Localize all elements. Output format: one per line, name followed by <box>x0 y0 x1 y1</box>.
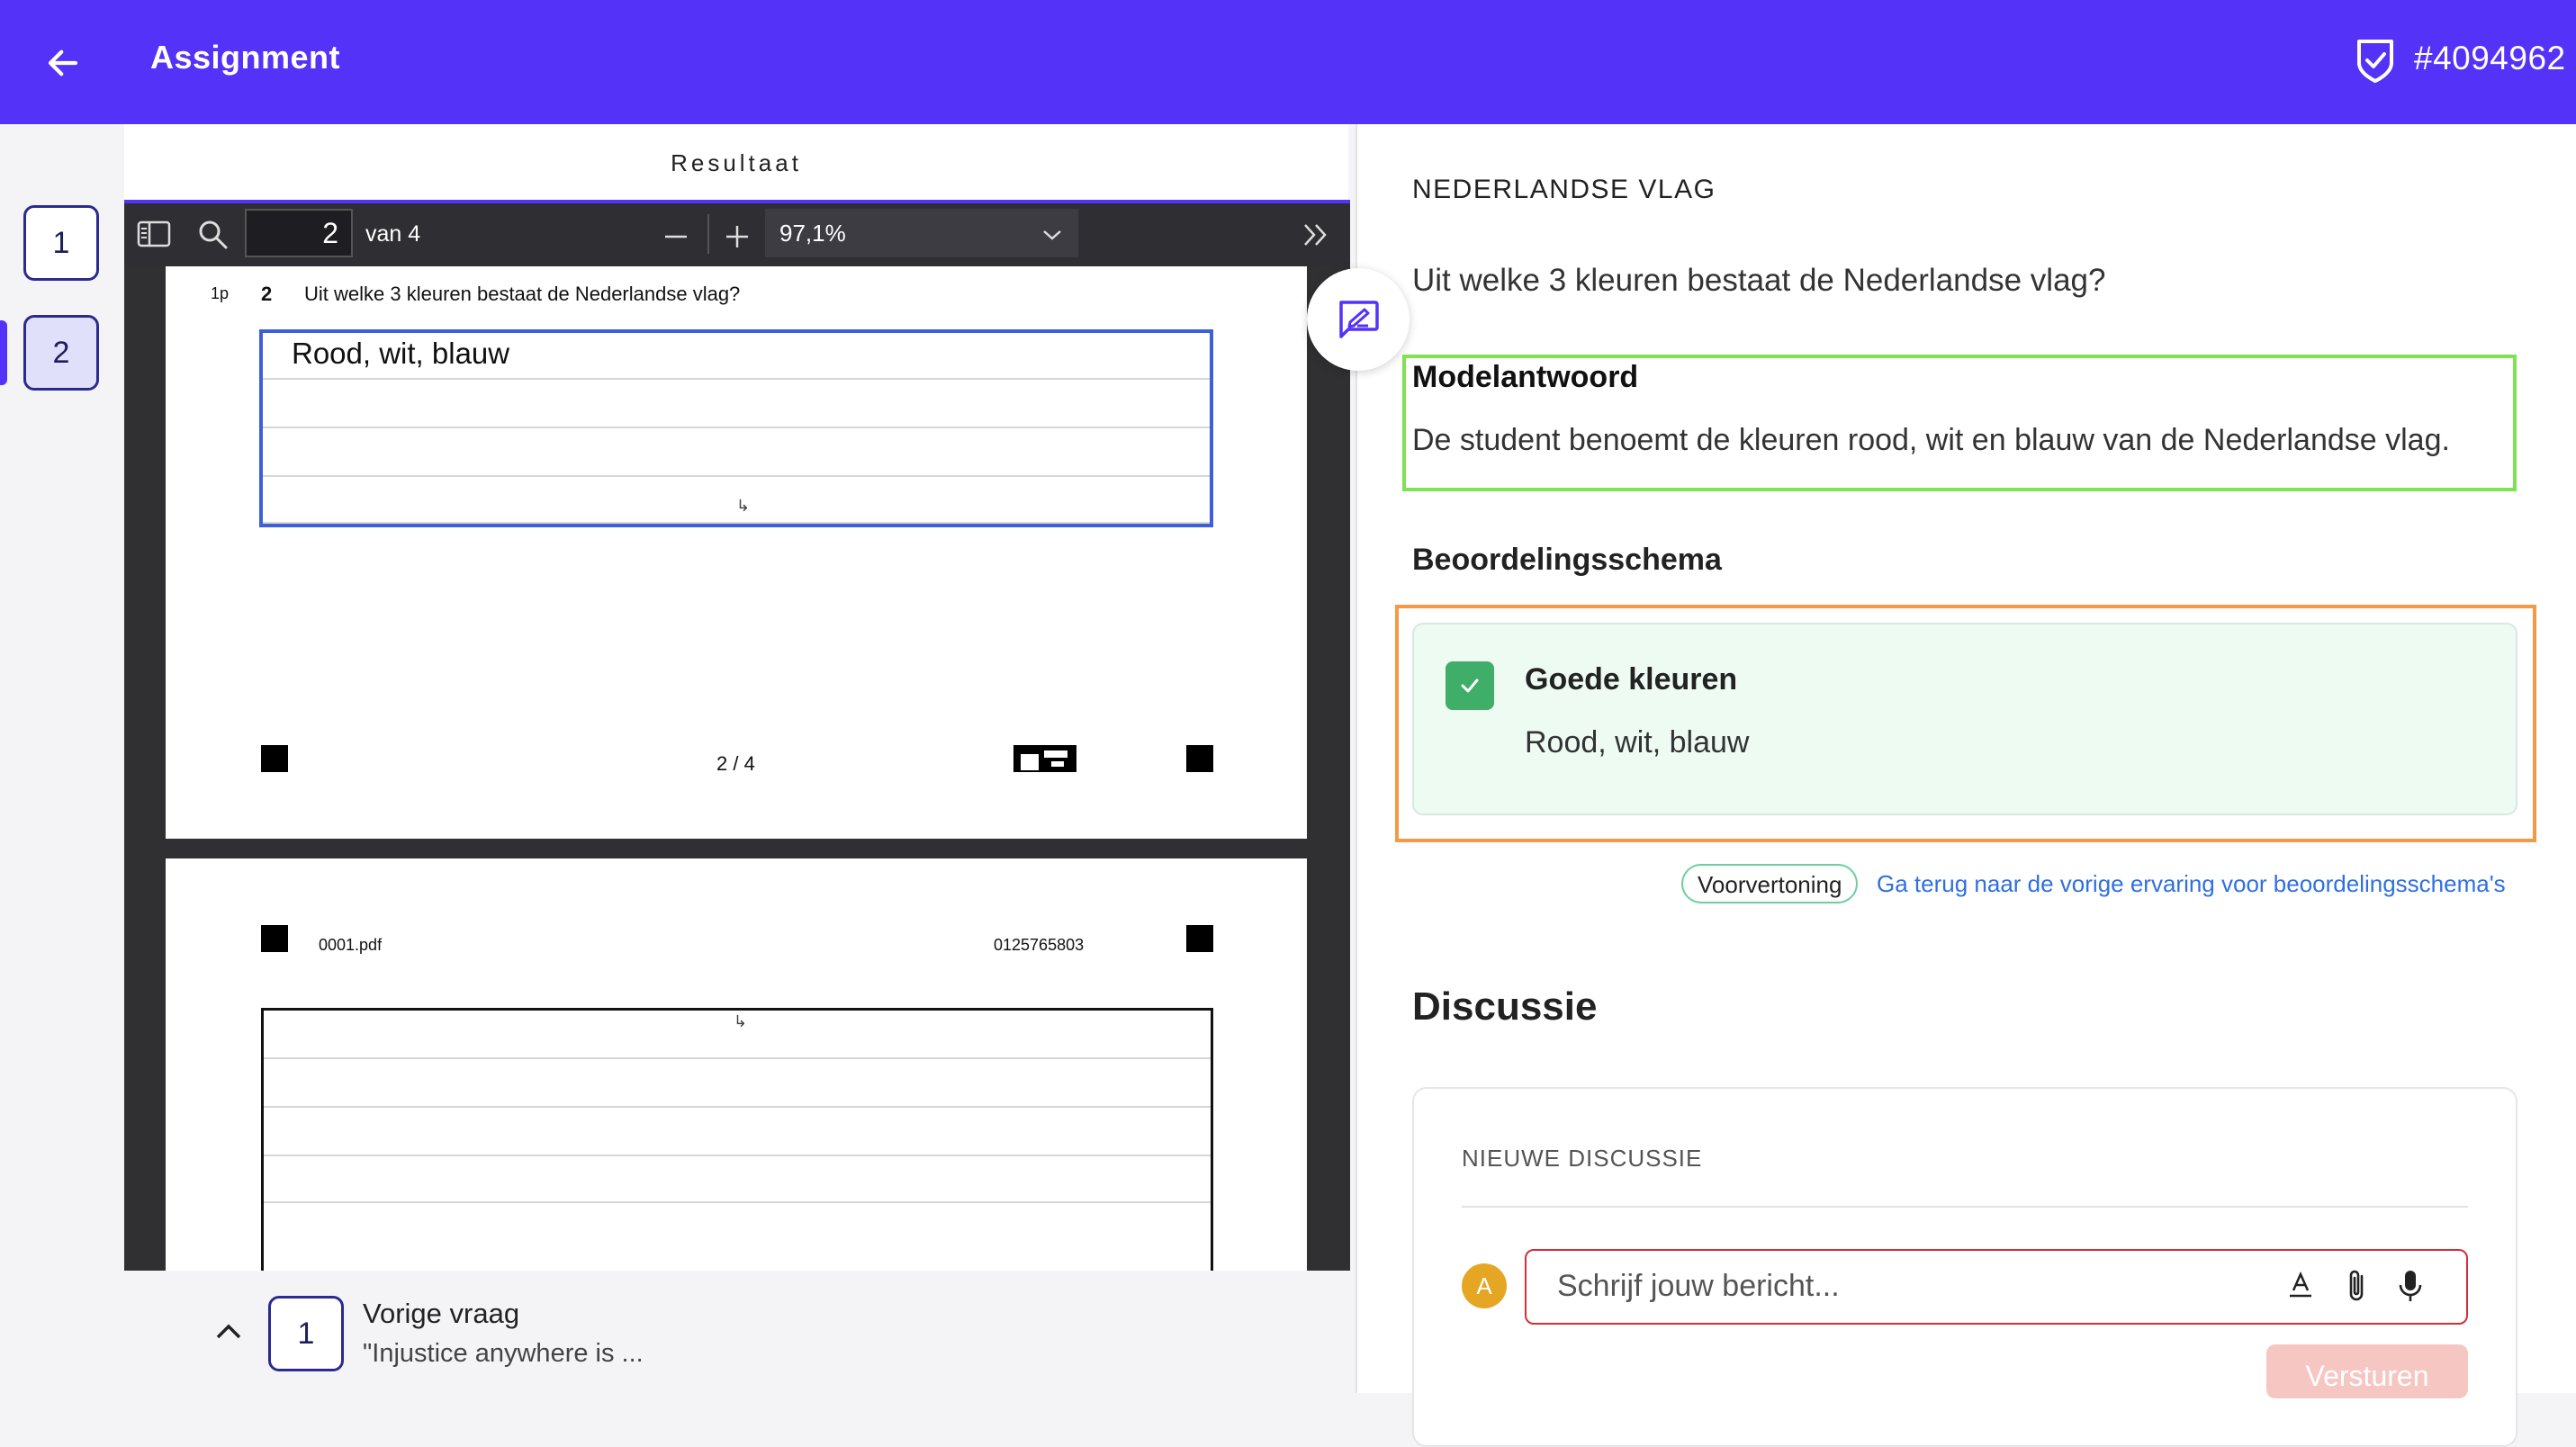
chevron-down-icon <box>1043 230 1061 240</box>
paperclip-icon[interactable] <box>2340 1267 2373 1305</box>
question-number: 2 <box>261 283 273 305</box>
avatar: A <box>1462 1263 1507 1308</box>
answer-box: ↳ <box>261 1008 1213 1271</box>
shield-check-icon <box>2357 40 2393 83</box>
question-points: 1p <box>211 284 230 302</box>
search-icon[interactable] <box>196 218 230 252</box>
toolbar-divider <box>707 214 709 254</box>
previous-question-title: Vorige vraag <box>363 1298 520 1329</box>
question-nav-label: 2 <box>52 335 70 370</box>
sidebar-toggle-icon[interactable] <box>137 220 171 248</box>
corner-marker <box>261 925 288 952</box>
question-text: Uit welke 3 kleuren bestaat de Nederland… <box>1412 263 2106 298</box>
question-nav-item-2[interactable]: 2 <box>23 315 99 391</box>
pdf-page: 1p 2 Uit welke 3 kleuren bestaat de Nede… <box>166 266 1307 839</box>
schema-title: Beoordelingsschema <box>1412 543 1722 577</box>
pdf-code: 0125765803 <box>994 936 1085 954</box>
pdf-question-text: Uit welke 3 kleuren bestaat de Nederland… <box>304 283 741 305</box>
previous-experience-link[interactable]: Ga terug naar de vorige ervaring voor be… <box>1877 870 2506 898</box>
pdf-page: 0001.pdf 0125765803 ↳ <box>166 858 1307 1271</box>
zoom-out-icon[interactable] <box>662 223 689 250</box>
corner-marker <box>1186 745 1213 772</box>
result-title: Resultaat <box>671 149 802 176</box>
preview-badge: Voorvertoning <box>1681 864 1859 903</box>
send-button[interactable]: Versturen <box>2266 1344 2468 1398</box>
message-placeholder: Schrijf jouw bericht... <box>1557 1269 1840 1303</box>
discussion-title: Discussie <box>1412 984 1598 1029</box>
pdf-viewer[interactable]: 1p 2 Uit welke 3 kleuren bestaat de Nede… <box>124 266 1350 1271</box>
pdf-file-name: 0001.pdf <box>319 936 383 954</box>
previous-question-snippet: "Injustice anywhere is ... <box>363 1339 644 1368</box>
microphone-icon[interactable] <box>2394 1267 2427 1305</box>
model-answer-text: De student benoemt de kleuren rood, wit … <box>1412 423 2450 457</box>
model-answer-title: Modelantwoord <box>1412 360 1639 394</box>
cursor-mark: ↳ <box>734 1012 748 1030</box>
zoom-value: 97,1% <box>779 220 846 247</box>
answer-box[interactable]: Rood, wit, blauw ↳ <box>259 329 1213 527</box>
discussion-subtitle: NIEUWE DISCUSSIE <box>1462 1145 1703 1172</box>
question-nav-item-1[interactable]: 1 <box>23 205 99 281</box>
question-nav-label: 1 <box>52 225 70 260</box>
question-title: NEDERLANDSE VLAG <box>1412 175 1716 204</box>
barcode <box>1013 745 1076 772</box>
top-bar <box>0 0 2576 124</box>
zoom-in-icon[interactable] <box>724 223 751 250</box>
cursor-mark: ↳ <box>736 497 751 515</box>
page-count: van 4 <box>365 221 421 247</box>
annotate-icon <box>1339 301 1379 338</box>
text-format-icon[interactable] <box>2284 1269 2317 1301</box>
criterion-title: Goede kleuren <box>1525 662 1738 697</box>
previous-question-number[interactable]: 1 <box>268 1296 344 1371</box>
back-arrow-icon <box>48 49 78 76</box>
corner-marker <box>261 745 288 772</box>
corner-marker <box>1186 925 1213 952</box>
page-title: Assignment <box>150 39 341 76</box>
annotate-button[interactable] <box>1307 268 1410 371</box>
page-indicator: 2 / 4 <box>716 752 755 775</box>
back-button[interactable] <box>36 36 90 90</box>
active-indicator <box>0 320 7 385</box>
criterion-text: Rood, wit, blauw <box>1525 725 1750 759</box>
double-chevron-right-icon[interactable] <box>1300 220 1330 250</box>
previous-question-label: 1 <box>297 1316 315 1351</box>
check-icon <box>1461 679 1479 693</box>
assignment-id: #4094962 <box>2414 40 2566 76</box>
handwritten-answer: Rood, wit, blauw <box>292 337 510 370</box>
chevron-up-icon[interactable] <box>212 1319 245 1344</box>
criterion-card[interactable] <box>1412 623 2517 815</box>
page-number-input[interactable]: 2 <box>245 209 353 257</box>
criterion-checkbox[interactable] <box>1446 661 1494 710</box>
discussion-divider <box>1462 1206 2468 1208</box>
